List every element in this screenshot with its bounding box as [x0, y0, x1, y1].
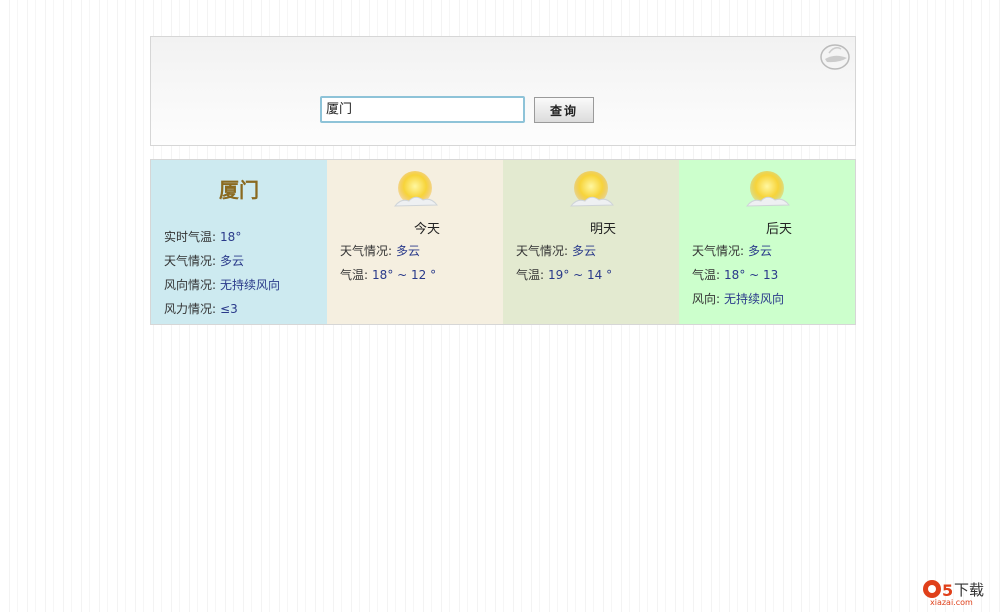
- a5-watermark-logo: 5 下载 xiazai.com: [923, 580, 984, 606]
- label: 气温:: [692, 268, 721, 282]
- current-weather: 厦门 实时气温: 18° 天气情况: 多云 风向情况: 无持续风向 风力情况: ≤3: [151, 160, 327, 324]
- info-row: 风向: 无持续风向: [692, 290, 784, 307]
- svg-text:下载: 下载: [954, 581, 984, 599]
- value: 多云: [748, 244, 773, 258]
- info-row: 天气情况: 多云: [340, 242, 420, 259]
- forecast-today: 今天 天气情况: 多云 气温: 18° ~ 12 °: [327, 160, 503, 324]
- label: 气温:: [340, 268, 369, 282]
- forecast-tomorrow: 明天 天气情况: 多云 气温: 19° ~ 14 °: [503, 160, 679, 324]
- partly-cloudy-icon: [567, 170, 615, 210]
- info-row: 气温: 18° ~ 12 °: [340, 266, 436, 283]
- info-row: 气温: 19° ~ 14 °: [516, 266, 612, 283]
- day-label: 后天: [765, 222, 792, 237]
- label: 风向情况:: [164, 278, 217, 292]
- svg-text:xiazai.com: xiazai.com: [930, 598, 973, 606]
- value: 无持续风向: [220, 278, 281, 292]
- query-button[interactable]: 查询: [534, 97, 594, 123]
- label: 实时气温:: [164, 230, 217, 244]
- label: 天气情况:: [516, 244, 569, 258]
- value: 多云: [220, 254, 245, 268]
- value: 18° ~ 12 °: [372, 268, 437, 282]
- app-logo-icon: [820, 44, 850, 70]
- info-row: 天气情况: 多云: [164, 252, 244, 269]
- value: 18° ~ 13: [724, 268, 779, 282]
- label: 天气情况:: [164, 254, 217, 268]
- info-row: 风力情况: ≤3: [164, 300, 238, 317]
- search-panel: [150, 36, 856, 146]
- label: 风向:: [692, 292, 721, 306]
- label: 气温:: [516, 268, 545, 282]
- day-label: 今天: [413, 222, 440, 237]
- value: 19° ~ 14 °: [548, 268, 613, 282]
- label: 天气情况:: [340, 244, 393, 258]
- partly-cloudy-icon: [391, 170, 439, 210]
- value: 多云: [396, 244, 421, 258]
- value: 多云: [572, 244, 597, 258]
- forecast-day-after: 后天 天气情况: 多云 气温: 18° ~ 13 风向: 无持续风向: [679, 160, 855, 324]
- city-name: 厦门: [219, 178, 259, 202]
- value: 无持续风向: [724, 292, 785, 306]
- value: 18°: [220, 230, 242, 244]
- info-row: 天气情况: 多云: [516, 242, 596, 259]
- label: 天气情况:: [692, 244, 745, 258]
- info-row: 天气情况: 多云: [692, 242, 772, 259]
- label: 风力情况:: [164, 302, 217, 316]
- info-row: 风向情况: 无持续风向: [164, 276, 280, 293]
- city-search-input[interactable]: [320, 96, 525, 123]
- weather-table: 厦门 实时气温: 18° 天气情况: 多云 风向情况: 无持续风向 风力情况: ≤3 今…: [150, 159, 856, 325]
- partly-cloudy-icon: [743, 170, 791, 210]
- value: ≤3: [220, 302, 238, 316]
- info-row: 气温: 18° ~ 13: [692, 266, 778, 283]
- info-row: 实时气温: 18°: [164, 228, 241, 245]
- day-label: 明天: [589, 222, 616, 237]
